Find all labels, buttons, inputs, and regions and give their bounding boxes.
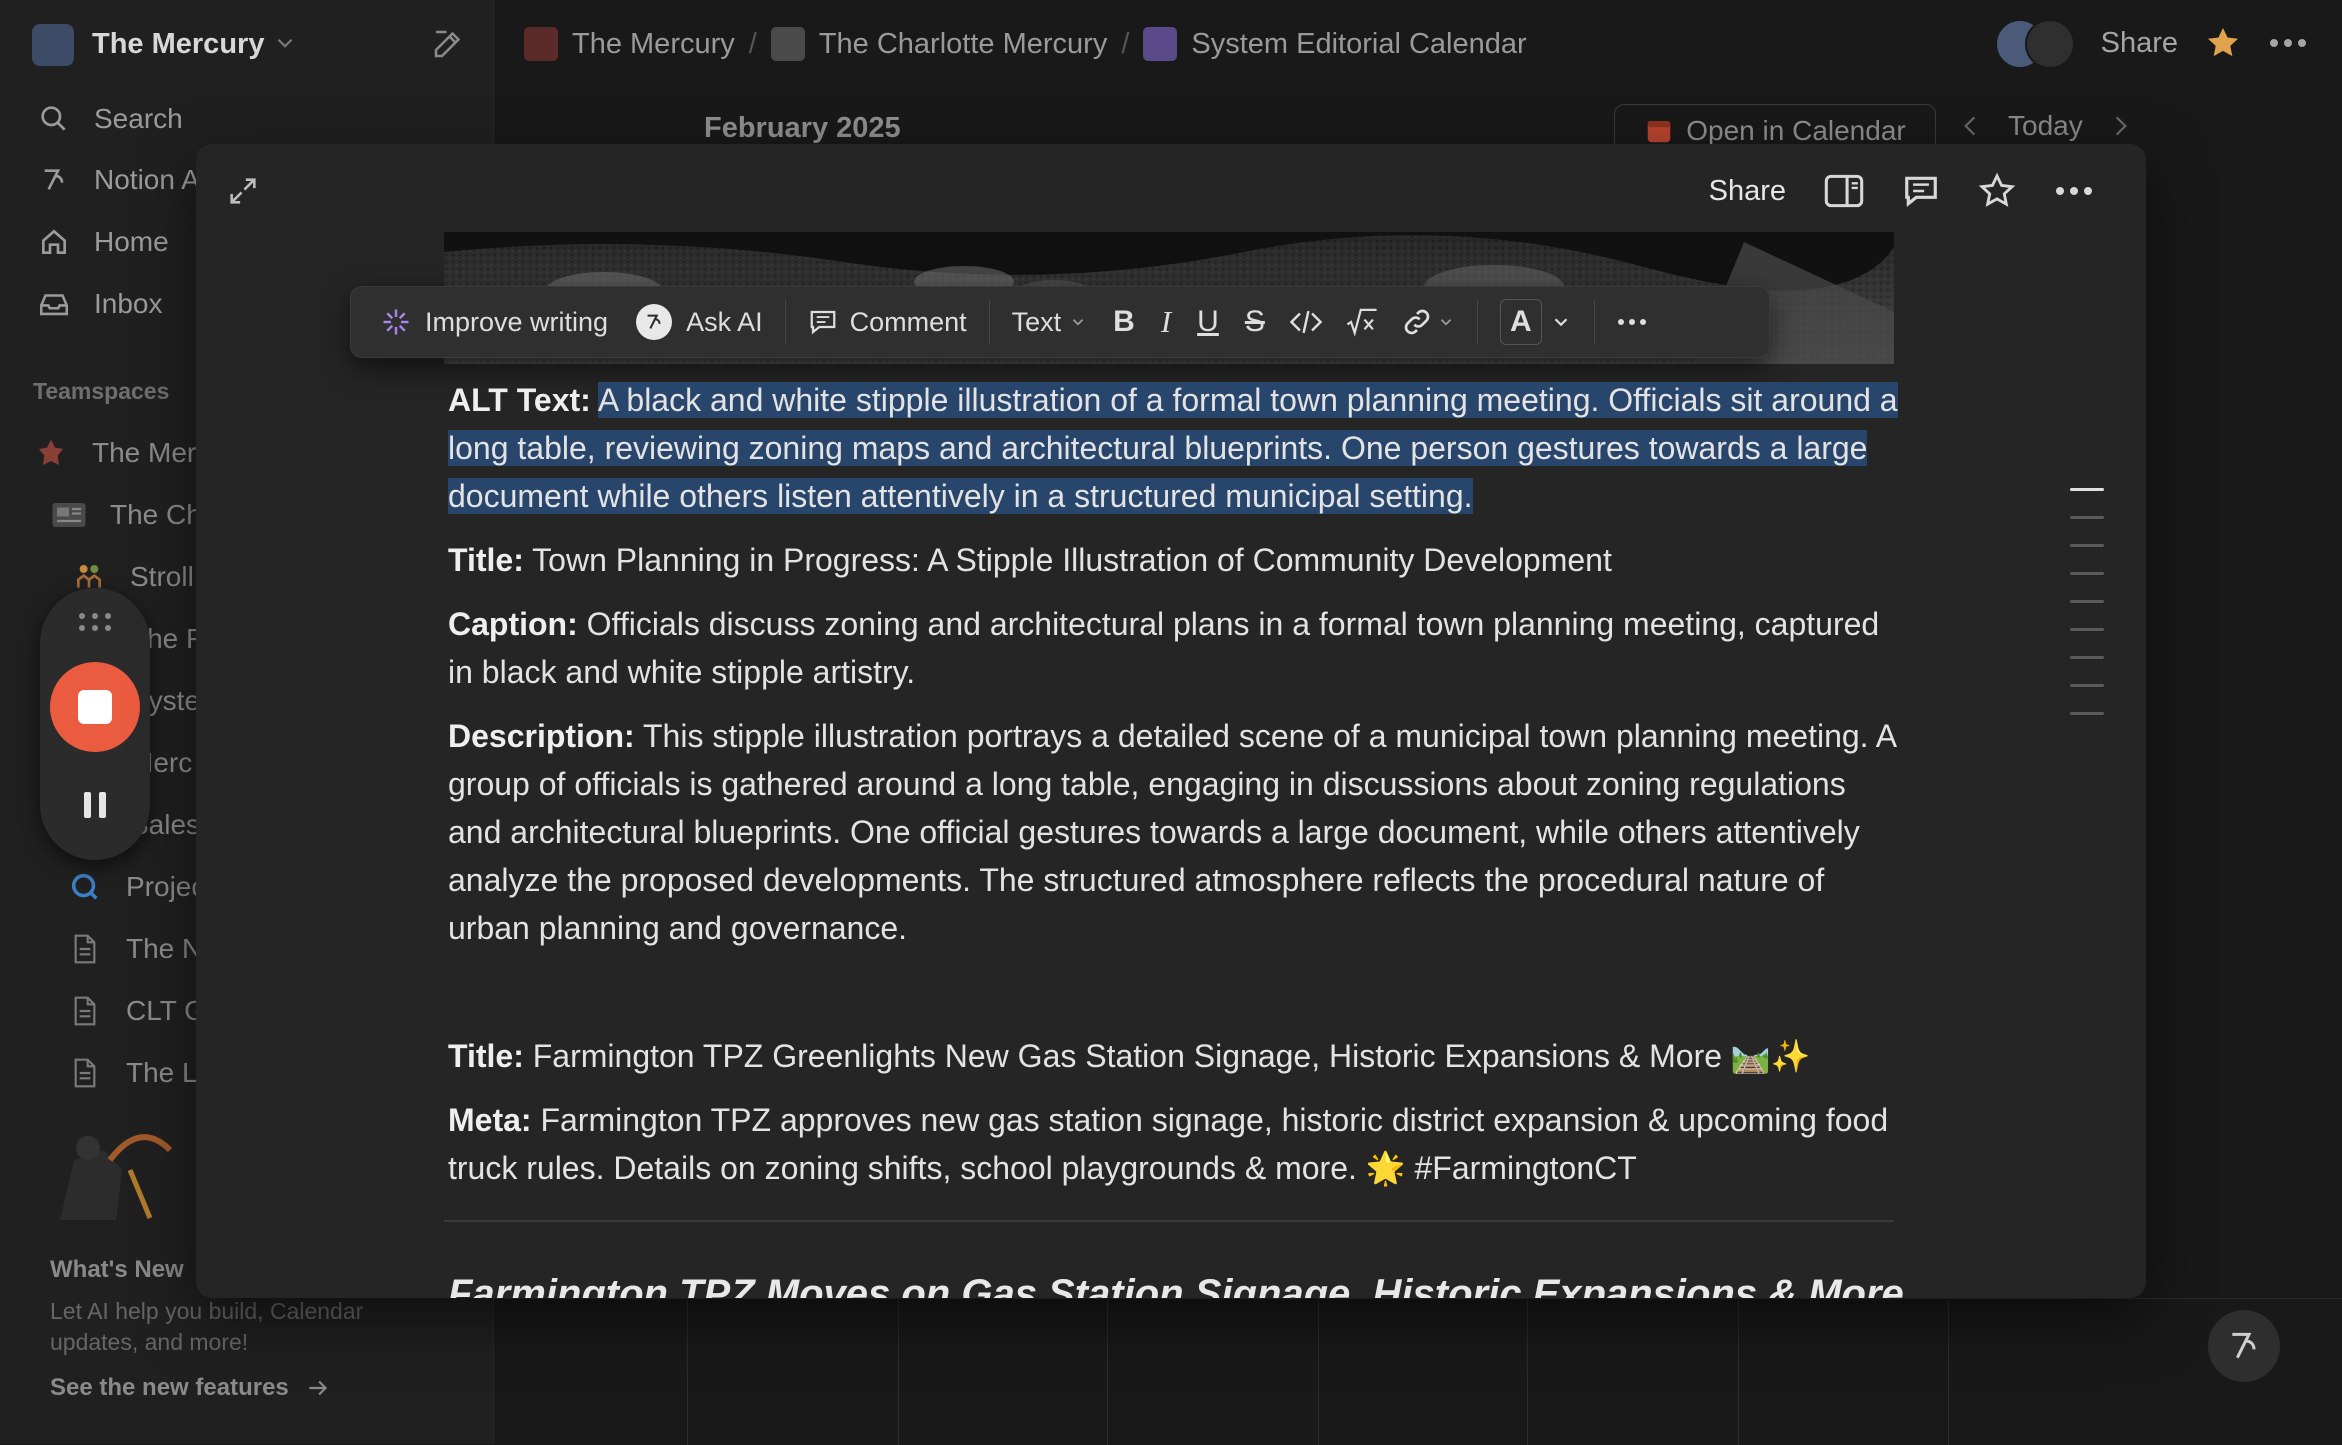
topbar-share-button[interactable]: Share [2101, 27, 2178, 60]
mercury-emblem-icon [524, 27, 558, 61]
inbox-icon [36, 286, 72, 322]
empty-block[interactable] [448, 968, 1898, 1016]
page-peek-modal: Share Improve writing Ask AI Comment Tex… [196, 144, 2146, 1298]
projects-icon [66, 868, 104, 906]
meta-block[interactable]: Meta: Farmington TPZ approves new gas st… [448, 1096, 1898, 1192]
whats-new-illustration [40, 1110, 190, 1230]
caption-block[interactable]: Caption: Officials discuss zoning and ar… [448, 600, 1898, 696]
underline-icon[interactable]: U [1189, 295, 1227, 349]
page-icon [66, 1054, 104, 1092]
description-block[interactable]: Description: This stipple illustration p… [448, 712, 1898, 952]
bold-icon[interactable]: B [1105, 295, 1143, 349]
stop-recording-button[interactable] [50, 662, 140, 752]
breadcrumb-item[interactable]: The Mercury [572, 28, 735, 61]
whats-new-title: What's New [50, 1256, 184, 1283]
chevron-down-icon[interactable] [272, 30, 298, 56]
whats-new-body: Let AI help you build, Calendar updates,… [50, 1298, 364, 1355]
favorite-star-icon[interactable] [2204, 24, 2242, 62]
breadcrumb-item[interactable]: System Editorial Calendar [1191, 28, 1526, 61]
more-options-icon[interactable] [2054, 185, 2094, 197]
ask-ai-button[interactable]: Ask AI [628, 295, 771, 349]
sidebar-page-the-l[interactable]: The L [66, 1048, 198, 1098]
comment-button[interactable]: Comment [800, 295, 975, 349]
title2-block[interactable]: Title: Farmington TPZ Greenlights New Ga… [448, 1032, 1898, 1080]
sidebar-item-label: Home [94, 226, 169, 257]
modal-share-button[interactable]: Share [1709, 175, 1786, 208]
sidebar-item-search[interactable]: Search [36, 96, 183, 142]
expand-icon[interactable] [226, 174, 260, 208]
sidebar-item-label: Inbox [94, 288, 163, 319]
title-block[interactable]: Title: Town Planning in Progress: A Stip… [448, 536, 1898, 584]
formatting-toolbar: Improve writing Ask AI Comment Text B I … [350, 286, 1770, 358]
sidebar-page-the-n[interactable]: The N [66, 924, 202, 974]
page-content[interactable]: ALT Text: A black and white stipple illu… [448, 376, 1898, 1208]
improve-writing-button[interactable]: Improve writing [373, 295, 616, 349]
sidebar-item-home[interactable]: Home [36, 219, 169, 265]
new-page-icon[interactable] [430, 26, 466, 62]
page-icon [66, 992, 104, 1030]
alt-text-block[interactable]: ALT Text: A black and white stipple illu… [448, 376, 1898, 520]
calendar-navigation: Today [1960, 110, 2131, 142]
teamspaces-section-label: Teamspaces [33, 378, 170, 404]
arrow-right-icon [305, 1375, 331, 1401]
divider [444, 1220, 1894, 1222]
newspaper-icon [770, 27, 805, 61]
chevron-down-icon [1437, 313, 1455, 331]
comments-icon[interactable] [1902, 173, 1940, 209]
sidebar-item-label: Search [94, 103, 183, 134]
equation-icon[interactable] [1337, 295, 1387, 349]
more-options-icon[interactable] [2268, 37, 2308, 49]
notion-ai-icon [36, 162, 72, 198]
article-heading[interactable]: Farmington TPZ Moves on Gas Station Sign… [448, 1272, 1904, 1298]
stop-icon [78, 690, 112, 724]
text-type-dropdown[interactable]: Text [1004, 295, 1096, 349]
today-button[interactable]: Today [2008, 110, 2083, 142]
chevron-down-icon [1069, 313, 1087, 331]
pause-icon[interactable] [82, 790, 108, 820]
chevron-down-icon [1550, 311, 1572, 333]
favorite-icon[interactable] [1978, 172, 2016, 210]
italic-icon[interactable]: I [1153, 295, 1179, 349]
home-icon [36, 224, 72, 260]
topbar-actions: Share [1994, 18, 2308, 69]
sidebar-page-clt-g[interactable]: CLT G [66, 986, 206, 1036]
notion-ai-help-button[interactable] [2208, 1310, 2280, 1382]
drag-handle-icon[interactable] [77, 610, 113, 634]
see-new-features-link[interactable]: See the new features [50, 1374, 331, 1402]
table-of-contents-minimap[interactable] [2070, 488, 2104, 740]
page-icon [66, 930, 104, 968]
workspace-name[interactable]: The Mercury [92, 22, 264, 66]
breadcrumb: The Mercury / The Charlotte Mercury / Sy… [524, 22, 1527, 66]
code-icon[interactable] [1281, 295, 1331, 349]
newspaper-icon [50, 496, 88, 534]
calendar-icon [1143, 27, 1178, 61]
sidebar-item-notion-ai[interactable]: Notion AI [36, 157, 208, 203]
text-color-button[interactable]: A [1492, 295, 1580, 349]
search-icon [36, 101, 72, 137]
side-peek-icon[interactable] [1824, 174, 1864, 208]
modal-actions: Share [1709, 166, 2094, 216]
calendar-grid [493, 1298, 2342, 1445]
calendar-app-icon [1644, 116, 1674, 146]
chevron-left-icon[interactable] [1960, 113, 1980, 139]
sidebar-item-inbox[interactable]: Inbox [36, 281, 163, 327]
comment-icon [808, 308, 838, 336]
sparkle-icon [381, 307, 411, 337]
strikethrough-icon[interactable]: S [1237, 295, 1273, 349]
workspace-avatar[interactable] [32, 24, 74, 66]
notion-ai-icon [636, 304, 673, 340]
more-options-icon[interactable] [1609, 295, 1655, 349]
mercury-emblem-icon [32, 434, 70, 472]
chevron-right-icon[interactable] [2111, 113, 2131, 139]
breadcrumb-item[interactable]: The Charlotte Mercury [819, 28, 1108, 61]
calendar-month-title: February 2025 [704, 112, 901, 144]
sidebar-item-label: Notion AI [94, 164, 208, 195]
recording-widget [40, 588, 150, 860]
selected-text[interactable]: A black and white stipple illustration o… [448, 382, 1898, 514]
collaborator-avatars[interactable] [1994, 19, 2075, 69]
link-icon[interactable] [1393, 295, 1463, 349]
